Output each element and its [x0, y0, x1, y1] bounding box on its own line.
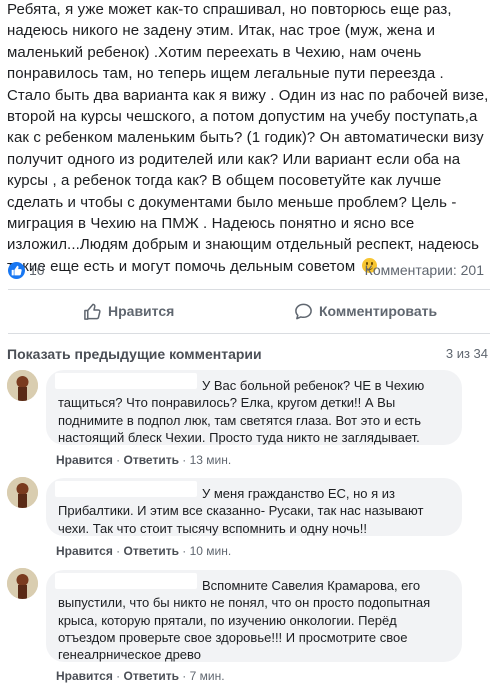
thumbs-up-icon: [84, 303, 101, 320]
avatar[interactable]: [7, 477, 38, 508]
comment-icon: [295, 303, 312, 319]
post-stats: 10 Комментарии: 201: [0, 259, 498, 283]
comment-like-link[interactable]: Нравится: [56, 453, 113, 467]
comment-reply-link[interactable]: Ответить: [124, 669, 179, 683]
like-button[interactable]: Нравится: [83, 295, 174, 327]
comment-reply-link[interactable]: Ответить: [124, 453, 179, 467]
post-actions: Нравится Комментировать: [0, 295, 498, 327]
comments-count-link[interactable]: Комментарии: 201: [365, 262, 484, 278]
comment-reply-link[interactable]: Ответить: [124, 544, 179, 558]
divider: [8, 289, 490, 290]
comment-time[interactable]: 10 мин.: [190, 544, 232, 558]
comments-page-count: 3 из 34: [445, 346, 488, 361]
comment-meta: Нравится · Ответить · 7 мин.: [56, 669, 225, 683]
post-text: Ребята, я уже может как-то спрашивал, но…: [7, 1, 489, 275]
comment-like-link[interactable]: Нравится: [56, 544, 113, 558]
like-button-label: Нравится: [108, 303, 175, 319]
comment-time[interactable]: 13 мин.: [190, 453, 232, 467]
post-body: Ребята, я уже может как-то спрашивал, но…: [7, 0, 491, 277]
comment-meta: Нравится · Ответить · 13 мин.: [56, 453, 232, 467]
comment-meta: Нравится · Ответить · 10 мин.: [56, 544, 232, 558]
comment-like-link[interactable]: Нравится: [56, 669, 113, 683]
likes-count[interactable]: 10: [29, 262, 45, 278]
comment-button[interactable]: Комментировать: [294, 295, 437, 327]
redacted-name: [55, 481, 197, 497]
avatar[interactable]: [7, 370, 38, 401]
divider: [8, 333, 490, 334]
comment-text: Вспомните Савелия Крамарова, его выпусти…: [58, 578, 431, 663]
avatar[interactable]: [7, 568, 38, 599]
show-previous-comments-link[interactable]: Показать предыдущие комментарии: [7, 346, 262, 362]
comment-time[interactable]: 7 мин.: [190, 669, 225, 683]
like-reaction-icon[interactable]: [8, 262, 25, 279]
redacted-name: [55, 573, 197, 589]
comment-button-label: Комментировать: [319, 303, 438, 319]
redacted-name: [55, 373, 197, 389]
